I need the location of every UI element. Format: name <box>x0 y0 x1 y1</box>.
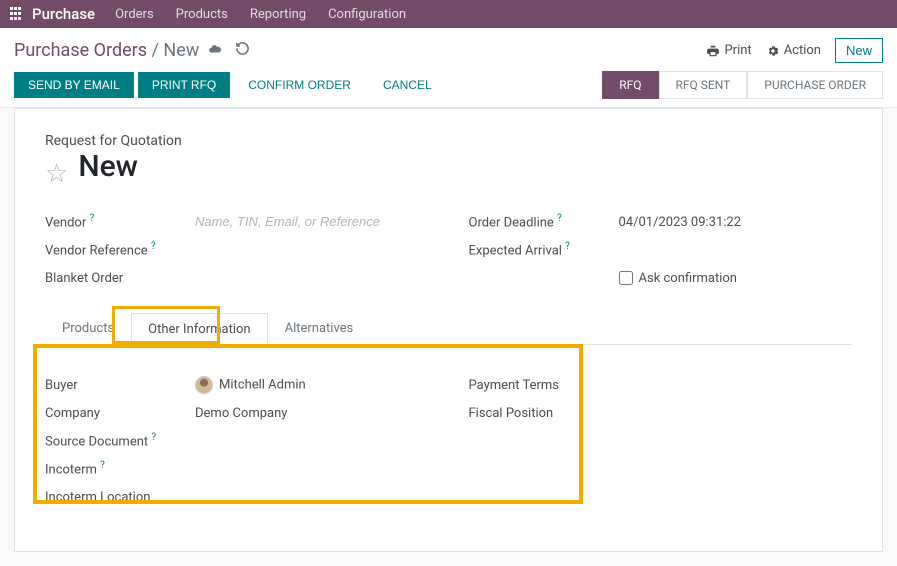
incoterm-label: Incoterm <box>45 463 97 478</box>
breadcrumb-current: New <box>163 40 199 61</box>
order-deadline-value[interactable]: 04/01/2023 09:31:22 <box>619 215 853 230</box>
expected-arrival-label: Expected Arrival <box>469 244 562 259</box>
nav-configuration[interactable]: Configuration <box>328 7 406 22</box>
vendor-input[interactable] <box>195 214 429 229</box>
ask-confirmation-checkbox[interactable] <box>619 271 633 285</box>
blanket-order-input[interactable] <box>195 270 429 285</box>
vendor-ref-label: Vendor Reference <box>45 244 148 259</box>
blanket-order-label: Blanket Order <box>45 271 195 286</box>
form-subtitle: Request for Quotation <box>45 133 852 149</box>
top-navbar: Purchase Orders Products Reporting Confi… <box>0 0 897 28</box>
app-brand[interactable]: Purchase <box>32 5 95 23</box>
tab-alternatives[interactable]: Alternatives <box>268 312 371 344</box>
send-email-button[interactable]: SEND BY EMAIL <box>14 72 134 98</box>
notebook-tabs: Products Other Information Alternatives <box>45 312 852 345</box>
buyer-label: Buyer <box>45 378 195 393</box>
vendor-ref-input[interactable] <box>195 242 429 257</box>
breadcrumb: Purchase Orders / New <box>14 40 199 61</box>
status-rfq[interactable]: RFQ <box>602 71 658 99</box>
help-icon[interactable]: ? <box>100 460 105 471</box>
order-deadline-label: Order Deadline <box>469 216 554 231</box>
avatar-icon <box>195 376 213 394</box>
help-icon[interactable]: ? <box>151 432 156 443</box>
tab-products[interactable]: Products <box>45 312 131 344</box>
source-document-input[interactable] <box>195 433 429 448</box>
confirm-order-button[interactable]: CONFIRM ORDER <box>234 72 365 98</box>
company-value[interactable]: Demo Company <box>195 406 429 421</box>
ask-confirmation-label: Ask confirmation <box>639 271 738 286</box>
fiscal-position-label: Fiscal Position <box>469 406 619 421</box>
cloud-save-icon[interactable] <box>207 42 223 60</box>
discard-icon[interactable] <box>235 41 250 60</box>
record-title: New <box>78 149 138 184</box>
status-purchase-order[interactable]: PURCHASE ORDER <box>747 71 883 99</box>
breadcrumb-root[interactable]: Purchase Orders <box>14 40 147 61</box>
apps-icon[interactable] <box>10 7 24 21</box>
form-sheet: Request for Quotation ☆ New Vendor ? Ven… <box>14 108 883 552</box>
tab-other-information[interactable]: Other Information <box>131 313 267 345</box>
incoterm-location-label: Incoterm Location <box>45 490 195 505</box>
nav-reporting[interactable]: Reporting <box>250 7 306 22</box>
favorite-star-icon[interactable]: ☆ <box>45 159 68 189</box>
expected-arrival-input[interactable] <box>619 242 853 257</box>
nav-orders[interactable]: Orders <box>115 7 154 22</box>
incoterm-input[interactable] <box>195 461 429 476</box>
action-button[interactable]: Action <box>766 43 821 58</box>
print-rfq-button[interactable]: PRINT RFQ <box>138 72 230 98</box>
help-icon[interactable]: ? <box>557 213 562 224</box>
tab-panel-other-information: Buyer Mitchell Admin Company Demo Compan… <box>45 345 852 527</box>
source-document-label: Source Document <box>45 435 148 450</box>
payment-terms-input[interactable] <box>619 377 853 392</box>
cancel-button[interactable]: CANCEL <box>369 72 446 98</box>
vendor-label: Vendor <box>45 216 86 231</box>
status-rfq-sent[interactable]: RFQ SENT <box>659 71 748 99</box>
help-icon[interactable]: ? <box>89 213 94 224</box>
help-icon[interactable]: ? <box>565 241 570 252</box>
action-toolbar: SEND BY EMAIL PRINT RFQ CONFIRM ORDER CA… <box>0 63 897 108</box>
fiscal-position-input[interactable] <box>619 405 853 420</box>
buyer-value[interactable]: Mitchell Admin <box>219 377 306 392</box>
new-button[interactable]: New <box>835 38 883 63</box>
payment-terms-label: Payment Terms <box>469 378 619 393</box>
company-label: Company <box>45 406 195 421</box>
print-button[interactable]: Print <box>706 43 751 58</box>
nav-products[interactable]: Products <box>176 7 228 22</box>
help-icon[interactable]: ? <box>151 241 156 252</box>
header-bar: Purchase Orders / New Print Action New <box>0 28 897 63</box>
status-bar: RFQ RFQ SENT PURCHASE ORDER <box>602 71 883 99</box>
incoterm-location-input[interactable] <box>195 489 429 504</box>
